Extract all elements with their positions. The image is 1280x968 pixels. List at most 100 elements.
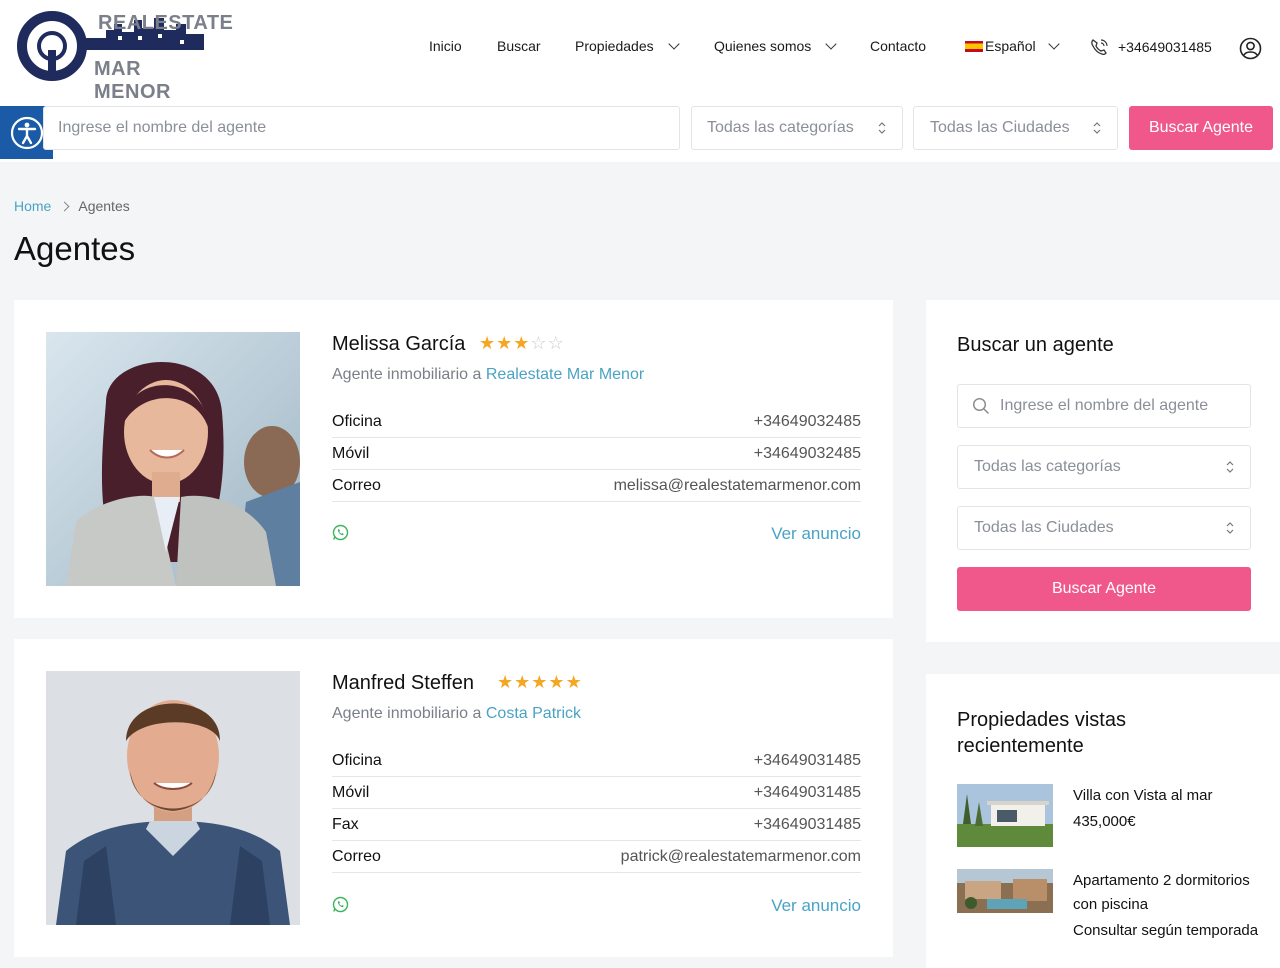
select-arrows-icon: [1226, 522, 1234, 534]
agent-info-row: Oficina +34649032485: [332, 406, 861, 438]
logo-text-top: REALESTATE: [98, 12, 234, 34]
star-filled-icon: ★: [513, 333, 531, 353]
recent-title: Propiedades vistas recientemente: [957, 709, 1126, 757]
agent-card: Manfred Steffen ★★★★★ Agente inmobiliari…: [14, 639, 893, 957]
info-value[interactable]: +34649031485: [754, 784, 861, 802]
info-label: Correo: [332, 847, 381, 865]
sidebar-category-select[interactable]: Todas las categorías: [957, 445, 1251, 489]
agent-role-prefix: Agente inmobiliario a: [332, 705, 482, 722]
sidebar-city-select[interactable]: Todas las Ciudades: [957, 506, 1251, 550]
agent-info-row: Oficina +34649031485: [332, 745, 861, 777]
page-title: Agentes: [14, 230, 136, 267]
recent-property-title: Villa con Vista al mar: [1073, 787, 1213, 804]
agent-info-row: Móvil +34649032485: [332, 438, 861, 470]
apartment-photo: [957, 869, 1053, 913]
phone-icon: [1091, 39, 1108, 56]
agent-company-link[interactable]: Realestate Mar Menor: [486, 366, 644, 383]
recent-property-thumbnail[interactable]: [957, 869, 1053, 913]
nav-buscar[interactable]: Buscar: [497, 38, 541, 54]
recent-property-title: Apartamento 2 dormitorios con piscina: [1073, 872, 1250, 913]
info-label: Oficina: [332, 412, 382, 430]
agent-photo[interactable]: [46, 332, 300, 586]
info-value[interactable]: patrick@realestatemarmenor.com: [621, 848, 861, 866]
sidebar-city-value: Todas las Ciudades: [974, 519, 1114, 536]
agent-role-prefix: Agente inmobiliario a: [332, 366, 482, 383]
category-select-value: Todas las categorías: [707, 119, 854, 136]
language-label: Español: [985, 38, 1036, 54]
view-listing-link[interactable]: Ver anuncio: [771, 896, 861, 916]
search-agent-button[interactable]: Buscar Agente: [1129, 106, 1273, 150]
site-header: REALESTATE MAR MENOR Inicio Buscar Propi…: [0, 0, 1280, 103]
city-select[interactable]: Todas las Ciudades: [913, 106, 1118, 150]
agent-photo[interactable]: [46, 671, 300, 925]
whatsapp-icon[interactable]: [332, 524, 349, 541]
info-label: Móvil: [332, 783, 370, 801]
accessibility-icon: [10, 116, 43, 149]
site-logo[interactable]: REALESTATE MAR MENOR: [14, 10, 233, 103]
select-arrows-icon: [878, 122, 886, 134]
star-filled-icon: ★: [565, 672, 583, 692]
header-phone-number: +34649031485: [1118, 39, 1212, 55]
agent-company-link[interactable]: Costa Patrick: [486, 705, 581, 722]
info-label: Oficina: [332, 751, 382, 769]
recent-property-thumbnail[interactable]: [957, 784, 1053, 847]
nav-quienes-somos-label: Quienes somos: [714, 38, 812, 54]
language-selector[interactable]: Español: [965, 37, 1060, 54]
chevron-down-icon: [667, 37, 680, 50]
villa-photo: [957, 784, 1053, 847]
recent-property-info[interactable]: Apartamento 2 dormitorios con piscina Co…: [1073, 869, 1263, 943]
star-filled-icon: ★: [531, 672, 549, 692]
recently-viewed-panel: Propiedades vistas recientemente Villa c…: [926, 674, 1280, 968]
star-filled-icon: ★: [496, 333, 514, 353]
agent-rating-stars: ★★★★★: [497, 672, 583, 693]
header-phone[interactable]: +34649031485: [1090, 38, 1212, 56]
agent-info-row: Correo patrick@realestatemarmenor.com: [332, 841, 861, 873]
user-account-button[interactable]: [1239, 37, 1262, 60]
breadcrumb-current: Agentes: [78, 198, 130, 214]
breadcrumb: Home Agentes: [14, 198, 130, 214]
info-value[interactable]: +34649031485: [754, 752, 861, 770]
info-label: Móvil: [332, 444, 370, 462]
chevron-down-icon: [1047, 37, 1060, 50]
sidebar-search-title: Buscar un agente: [957, 334, 1114, 356]
info-label: Correo: [332, 476, 381, 494]
spain-flag-icon: [965, 40, 983, 52]
agent-name-input[interactable]: Ingrese el nombre del agente: [43, 106, 680, 150]
agent-portrait-image: [46, 671, 300, 925]
agent-role: Agente inmobiliario a Realestate Mar Men…: [332, 366, 644, 384]
category-select[interactable]: Todas las categorías: [691, 106, 903, 150]
select-arrows-icon: [1226, 461, 1234, 473]
nav-propiedades-label: Propiedades: [575, 38, 654, 54]
star-filled-icon: ★: [479, 333, 497, 353]
sidebar-category-value: Todas las categorías: [974, 458, 1121, 475]
agent-search-bar: Ingrese el nombre del agente Todas las c…: [0, 98, 1280, 162]
agent-info-row: Correo melissa@realestatemarmenor.com: [332, 470, 861, 502]
info-value[interactable]: +34649032485: [754, 445, 861, 463]
info-value[interactable]: +34649031485: [754, 816, 861, 834]
nav-propiedades[interactable]: Propiedades: [575, 37, 680, 54]
info-value[interactable]: melissa@realestatemarmenor.com: [614, 477, 861, 495]
user-icon: [1239, 37, 1262, 60]
agent-name[interactable]: Manfred Steffen: [332, 672, 474, 695]
view-listing-link[interactable]: Ver anuncio: [771, 524, 861, 544]
star-filled-icon: ★: [514, 672, 532, 692]
agent-name[interactable]: Melissa García: [332, 333, 465, 356]
nav-inicio[interactable]: Inicio: [429, 38, 462, 54]
breadcrumb-home[interactable]: Home: [14, 198, 51, 214]
recent-property-info[interactable]: Villa con Vista al mar 435,000€: [1073, 784, 1263, 834]
star-empty-icon: ☆: [547, 333, 565, 353]
sidebar-agent-name-input[interactable]: Ingrese el nombre del agente: [957, 384, 1251, 428]
nav-quienes-somos[interactable]: Quienes somos: [714, 37, 837, 54]
agent-info-row: Fax +34649031485: [332, 809, 861, 841]
whatsapp-icon[interactable]: [332, 896, 349, 913]
city-select-value: Todas las Ciudades: [930, 119, 1070, 136]
sidebar-search-agent-button[interactable]: Buscar Agente: [957, 567, 1251, 611]
sidebar-agent-search: Buscar un agente Ingrese el nombre del a…: [926, 300, 1280, 642]
agent-role: Agente inmobiliario a Costa Patrick: [332, 705, 581, 723]
nav-contacto[interactable]: Contacto: [870, 38, 926, 54]
sidebar-name-placeholder: Ingrese el nombre del agente: [1000, 397, 1209, 414]
info-value[interactable]: +34649032485: [754, 413, 861, 431]
agent-name-placeholder: Ingrese el nombre del agente: [58, 119, 267, 136]
agent-info-row: Móvil +34649031485: [332, 777, 861, 809]
agent-card: Melissa García ★★★☆☆ Agente inmobiliario…: [14, 300, 893, 618]
